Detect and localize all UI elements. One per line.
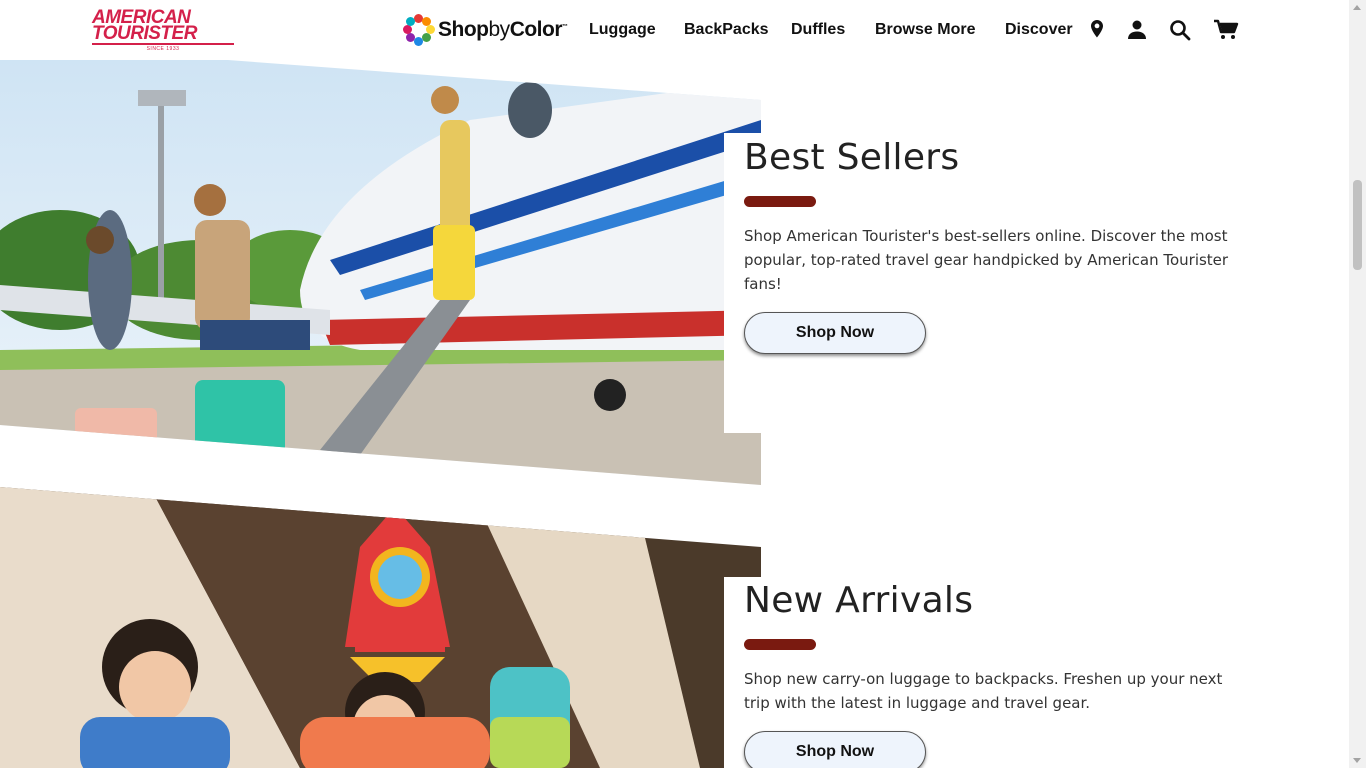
scroll-down-arrow-icon[interactable] [1353,758,1361,763]
site-header: AMERICAN TOURISTER SINCE 1933 ShopbyColo… [0,0,1349,60]
shop-by-color-link[interactable]: ShopbyColor™ [403,14,568,46]
logo-line2: TOURISTER [92,24,234,45]
nav-duffles[interactable]: Duffles [791,21,845,39]
best-sellers-title: Best Sellers [744,137,960,178]
best-sellers-shop-now-button[interactable]: Shop Now [744,312,926,354]
account-icon[interactable] [1125,18,1149,42]
new-arrivals-section: New Arrivals Shop new carry-on luggage t… [744,580,1234,768]
new-arrivals-description: Shop new carry-on luggage to backpacks. … [744,670,1223,712]
shop-by-color-label: ShopbyColor™ [438,18,568,41]
best-sellers-description: Shop American Tourister's best-sellers o… [744,227,1229,293]
best-sellers-image[interactable] [0,60,761,485]
scrollbar-thumb[interactable] [1353,180,1362,270]
title-accent-bar [744,196,816,207]
scroll-up-arrow-icon[interactable] [1353,5,1361,10]
nav-browse-more[interactable]: Browse More [875,21,975,39]
nav-luggage[interactable]: Luggage [589,21,656,39]
search-icon[interactable] [1168,18,1192,42]
color-wheel-icon [403,14,435,46]
best-sellers-section: Best Sellers Shop American Tourister's b… [744,137,1234,354]
cart-icon[interactable] [1213,18,1239,42]
title-accent-bar [744,639,816,650]
logo-since: SINCE 1933 [146,46,180,52]
nav-discover[interactable]: Discover [1005,21,1073,39]
page-scrollbar[interactable] [1349,0,1366,768]
new-arrivals-title: New Arrivals [744,580,974,621]
nav-backpacks[interactable]: BackPacks [684,21,769,39]
new-arrivals-shop-now-button[interactable]: Shop Now [744,731,926,768]
american-tourister-logo[interactable]: AMERICAN TOURISTER SINCE 1933 [92,8,234,52]
new-arrivals-image[interactable] [0,487,761,768]
location-pin-icon[interactable] [1085,18,1109,42]
